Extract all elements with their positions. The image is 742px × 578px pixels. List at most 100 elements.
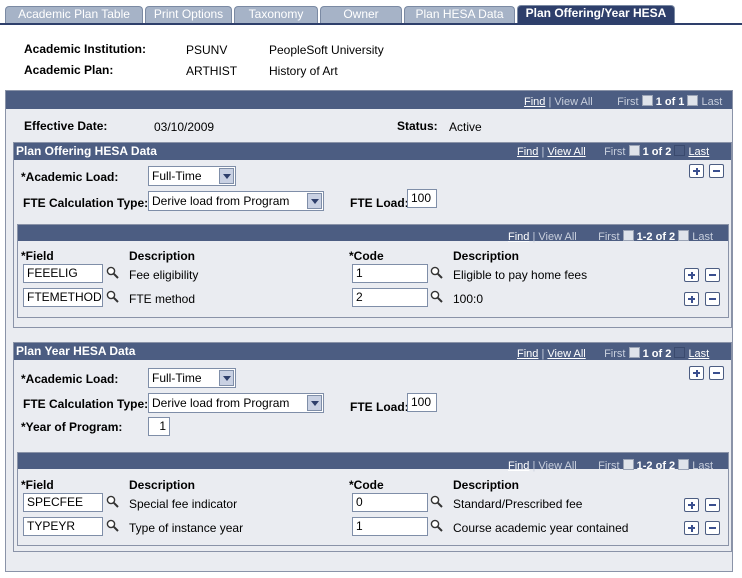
tab-underline [0, 23, 742, 25]
prev-arrow-icon [622, 230, 634, 241]
offering-delete-row-icon[interactable] [709, 164, 724, 178]
effdt-label: Effective Date: [24, 119, 108, 133]
chevron-down-icon [307, 193, 322, 209]
year-grid-last: Last [692, 460, 714, 472]
year-delete-row-icon[interactable] [709, 366, 724, 380]
nav-separator: | [548, 96, 552, 108]
tab-plan-offering-year-hesa[interactable]: Plan Offering/Year HESA [517, 5, 675, 23]
search-icon[interactable] [106, 290, 119, 303]
year-nav: Find | View All First 1 of 2 Last [517, 347, 709, 360]
offering-row2-code-desc: 100:0 [453, 292, 484, 306]
offering-row1-code-input[interactable]: 1 [352, 264, 428, 283]
tab-owner[interactable]: Owner [320, 6, 402, 23]
year-row2-field-input[interactable]: TYPEYR [23, 517, 103, 536]
year-row1-code-input[interactable]: 0 [352, 493, 428, 512]
effdt-value: 03/10/2009 [154, 120, 215, 134]
effdt-find-link[interactable]: Find [524, 96, 545, 108]
search-icon[interactable] [106, 495, 119, 508]
year-title: Plan Year HESA Data [16, 344, 136, 358]
offering-academic-load-select[interactable]: Full-Time [148, 166, 236, 186]
search-icon[interactable] [106, 266, 119, 279]
prev-arrow-icon [628, 347, 640, 358]
offering-fte-load-label: FTE Load: [350, 196, 409, 210]
effdt-view-all: View All [554, 96, 593, 108]
next-arrow-icon [678, 230, 690, 241]
tab-plan-hesa-data[interactable]: Plan HESA Data [404, 6, 515, 23]
offering-nav: Find | View All First 1 of 2 Last [517, 145, 709, 158]
next-arrow-icon[interactable] [674, 145, 686, 156]
offering-row2-code-input[interactable]: 2 [352, 288, 428, 307]
offering-row1-desc: Fee eligibility [129, 268, 199, 282]
year-add-row-icon[interactable] [689, 366, 704, 380]
add-row-icon[interactable] [684, 268, 699, 282]
year-fte-load-input[interactable]: 100 [407, 393, 437, 412]
year-view-all-link[interactable]: View All [547, 348, 585, 360]
year-of-program-label: *Year of Program: [21, 420, 123, 434]
offering-add-row-icon[interactable] [689, 164, 704, 178]
year-col-field: *Field [21, 478, 54, 492]
offering-col-desc: Description [129, 249, 196, 263]
year-row1-code-desc: Standard/Prescribed fee [453, 497, 583, 511]
year-row2-code-input[interactable]: 1 [352, 517, 428, 536]
tab-taxonomy[interactable]: Taxonomy [234, 6, 318, 23]
offering-grid-find-link[interactable]: Find [508, 231, 529, 243]
search-icon[interactable] [430, 290, 443, 303]
search-icon[interactable] [430, 266, 443, 279]
next-arrow-icon[interactable] [674, 347, 686, 358]
offering-grid-nav: Find | View All First 1-2 of 2 Last [508, 230, 713, 243]
offering-row2-field-input[interactable]: FTEMETHOD [23, 288, 103, 307]
year-row1-field-input[interactable]: SPECFEE [23, 493, 103, 512]
year-of-program-input[interactable]: 1 [148, 417, 170, 436]
offering-fte-calc-label: FTE Calculation Type: [23, 196, 149, 210]
year-find-link[interactable]: Find [517, 348, 538, 360]
nav-separator: | [532, 231, 536, 243]
delete-row-icon[interactable] [705, 292, 720, 306]
offering-row1-field-input[interactable]: FEEELIG [23, 264, 103, 283]
year-grid-find-link[interactable]: Find [508, 460, 529, 472]
offering-find-link[interactable]: Find [517, 146, 538, 158]
year-grid-first: First [598, 460, 620, 472]
year-fte-calc-select[interactable]: Derive load from Program [148, 393, 324, 413]
effdt-nav: Find | View All First 1 of 1 Last [524, 95, 722, 108]
prev-arrow-icon [641, 95, 653, 106]
delete-row-icon[interactable] [705, 268, 720, 282]
prev-arrow-icon [622, 459, 634, 470]
offering-row2-desc: FTE method [129, 292, 196, 306]
search-icon[interactable] [106, 519, 119, 532]
year-grid-view-all: View All [538, 460, 577, 472]
tab-academic-plan-table[interactable]: Academic Plan Table [5, 6, 143, 23]
institution-code: PSUNV [186, 43, 228, 57]
tab-print-options[interactable]: Print Options [145, 6, 232, 23]
search-icon[interactable] [430, 519, 443, 532]
year-fte-calc-value: Derive load from Program [152, 396, 290, 410]
effdt-last: Last [701, 96, 723, 108]
nav-separator: | [541, 146, 545, 158]
add-row-icon[interactable] [684, 498, 699, 512]
offering-fte-calc-value: Derive load from Program [152, 194, 290, 208]
offering-last-link[interactable]: Last [688, 146, 709, 158]
offering-col-code: *Code [349, 249, 384, 263]
year-col-code-desc: Description [453, 478, 520, 492]
offering-grid-view-all: View All [538, 231, 577, 243]
offering-grid-count: 1-2 of 2 [636, 231, 676, 243]
year-row2-code-desc: Course academic year contained [453, 521, 629, 535]
year-last-link[interactable]: Last [688, 348, 709, 360]
add-row-icon[interactable] [684, 521, 699, 535]
chevron-down-icon [219, 370, 234, 386]
year-academic-load-select[interactable]: Full-Time [148, 368, 236, 388]
offering-col-field: *Field [21, 249, 54, 263]
offering-fte-load-input[interactable]: 100 [407, 189, 437, 208]
offering-academic-load-value: Full-Time [152, 169, 202, 183]
delete-row-icon[interactable] [705, 498, 720, 512]
chevron-down-icon [307, 395, 322, 411]
search-icon[interactable] [430, 495, 443, 508]
year-first: First [604, 348, 626, 360]
year-grid-nav: Find | View All First 1-2 of 2 Last [508, 459, 713, 472]
year-col-desc: Description [129, 478, 196, 492]
offering-count: 1 of 2 [642, 146, 672, 158]
offering-fte-calc-select[interactable]: Derive load from Program [148, 191, 324, 211]
offering-view-all-link[interactable]: View All [547, 146, 585, 158]
add-row-icon[interactable] [684, 292, 699, 306]
delete-row-icon[interactable] [705, 521, 720, 535]
prev-arrow-icon [628, 145, 640, 156]
